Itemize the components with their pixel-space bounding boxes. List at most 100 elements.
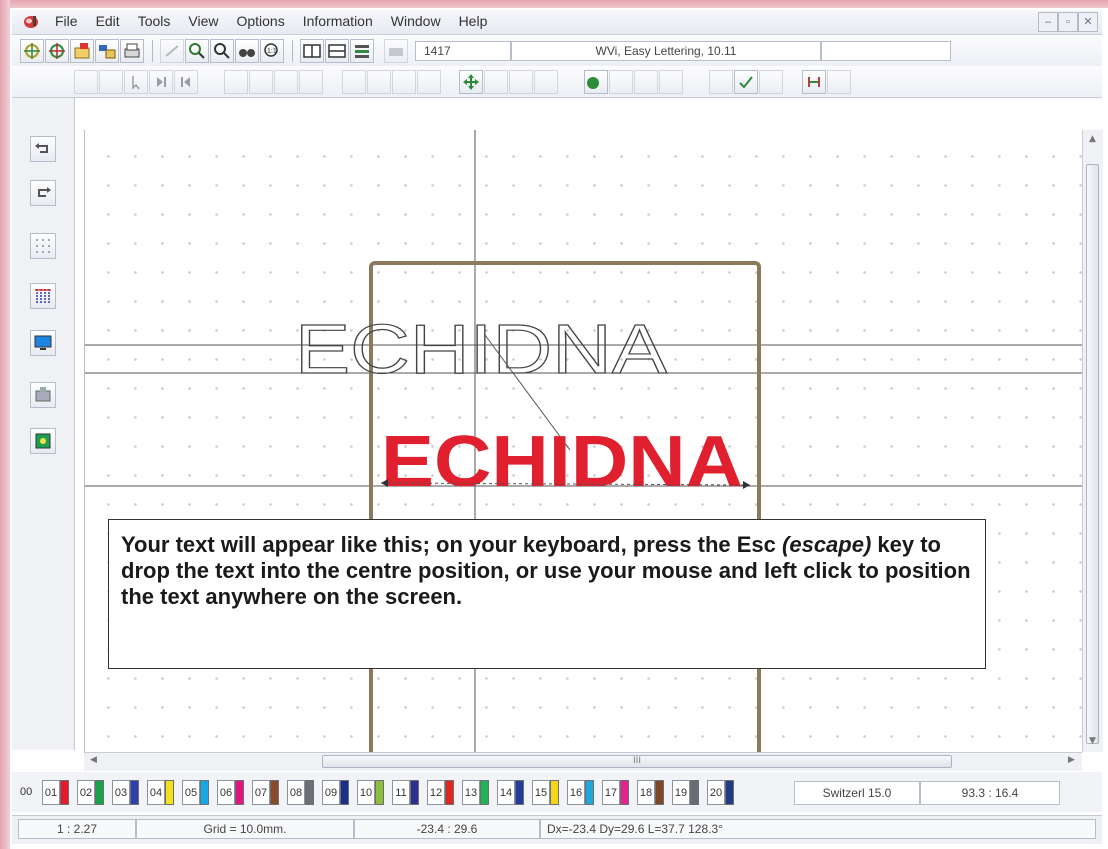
vertical-scrollbar[interactable]: ▲ ▼ (1082, 130, 1103, 752)
app-logo-icon[interactable] (22, 13, 40, 31)
color-sort-icon[interactable] (584, 70, 608, 94)
color-swatch-chip (725, 780, 734, 805)
color-swatch-chip (480, 780, 489, 805)
menu-information[interactable]: Information (294, 13, 382, 29)
fill-icon[interactable] (659, 70, 683, 94)
placed-text[interactable]: ECHIDNA (381, 422, 743, 502)
color-swatch-label: 18 (637, 780, 655, 805)
line-icon[interactable] (634, 70, 658, 94)
horizontal-scroll-thumb[interactable]: III (322, 755, 952, 768)
color-swatch-chip (375, 780, 384, 805)
color-swatch-label: 06 (217, 780, 235, 805)
scroll-left-icon[interactable]: ◀ (90, 755, 97, 765)
color-swatch-label: 07 (252, 780, 270, 805)
horizontal-scrollbar[interactable]: ◀ III ▶ (84, 752, 1082, 771)
binoculars-icon[interactable] (235, 39, 259, 63)
undo-icon[interactable] (30, 136, 56, 162)
stitch-density-icon[interactable] (30, 283, 56, 309)
color-swatch-label: 12 (427, 780, 445, 805)
window-border-left (0, 0, 10, 849)
move-icon[interactable] (459, 70, 483, 94)
align-icon[interactable] (274, 70, 298, 94)
color-swatch-chip (690, 780, 699, 805)
color-swatch-chip (270, 780, 279, 805)
menu-edit[interactable]: Edit (87, 13, 129, 29)
color-swatch-chip (620, 780, 629, 805)
menu-window[interactable]: Window (382, 13, 450, 29)
menu-view[interactable]: View (179, 13, 227, 29)
zoom-one-to-one-icon[interactable]: 1:1 (260, 39, 284, 63)
color-swatch-label: 11 (392, 780, 410, 805)
toolbar-separator (292, 40, 293, 62)
text-vertical-icon[interactable] (367, 70, 391, 94)
menu-tools[interactable]: Tools (129, 13, 180, 29)
alphabet-icon[interactable] (74, 70, 98, 94)
check-icon[interactable] (734, 70, 758, 94)
scroll-down-icon[interactable]: ▼ (1089, 736, 1096, 746)
menu-options[interactable]: Options (227, 13, 293, 29)
color-swatch-label: 10 (357, 780, 375, 805)
color-swatch-00[interactable]: 00 (20, 786, 32, 811)
frame-inner-icon[interactable] (249, 70, 273, 94)
print-icon[interactable] (120, 39, 144, 63)
pan-icon[interactable] (160, 39, 184, 63)
instruction-callout: Your text will appear like this; on your… (108, 519, 986, 669)
embroidery-hoop-icon[interactable] (30, 428, 56, 454)
split-horizontal-icon[interactable] (325, 39, 349, 63)
save-icon[interactable] (95, 39, 119, 63)
new-hoop-icon[interactable] (45, 39, 69, 63)
instruction-text-1: Your text will appear like this; on your… (121, 532, 783, 557)
measure-status: Dx=-23.4 Dy=29.6 L=37.7 128.3° (540, 819, 1096, 839)
zoom-out-icon[interactable] (210, 39, 234, 63)
window-border-top (0, 0, 1108, 8)
frame-icon[interactable] (224, 70, 248, 94)
menu-bar: File Edit Tools View Options Information… (12, 10, 1102, 35)
layers-icon[interactable] (350, 39, 374, 63)
color-swatch-label: 15 (532, 780, 550, 805)
scroll-up-icon[interactable]: ▲ (1089, 134, 1096, 144)
color-swatch-chip (585, 780, 594, 805)
new-design-icon[interactable] (20, 39, 44, 63)
measure-icon[interactable] (709, 70, 733, 94)
text-wave-icon[interactable] (417, 70, 441, 94)
grid-icon[interactable] (30, 233, 56, 259)
scroll-right-icon[interactable]: ▶ (1068, 755, 1075, 765)
lightning-icon[interactable] (759, 70, 783, 94)
vertical-scroll-thumb[interactable] (1086, 164, 1099, 744)
sewing-machine-icon[interactable] (30, 382, 56, 408)
text-arc-icon[interactable] (392, 70, 416, 94)
export-icon[interactable] (827, 70, 851, 94)
text-baseline-icon[interactable] (342, 70, 366, 94)
rotate-icon[interactable] (509, 70, 533, 94)
menu-file[interactable]: File (46, 13, 87, 29)
stitch-preview-icon[interactable] (609, 70, 633, 94)
baseline-end-marker (743, 481, 750, 489)
svg-text:1:1: 1:1 (267, 48, 277, 55)
color-swatch-chip (200, 780, 209, 805)
open-icon[interactable] (70, 39, 94, 63)
menu-items: File Edit Tools View Options Information… (46, 13, 496, 29)
step-forward-icon[interactable] (149, 70, 173, 94)
step-back-icon[interactable] (174, 70, 198, 94)
redo-icon[interactable] (30, 180, 56, 206)
close-button[interactable]: ✕ (1078, 12, 1098, 32)
stitch-view-icon[interactable] (384, 39, 408, 63)
color-swatch-chip (445, 780, 454, 805)
select-arrow-icon[interactable] (124, 70, 148, 94)
split-stitch-icon[interactable] (802, 70, 826, 94)
left-toolbar (12, 98, 75, 750)
alphabet-edit-icon[interactable] (99, 70, 123, 94)
color-swatch-chip (550, 780, 559, 805)
distribute-icon[interactable] (299, 70, 323, 94)
mirror-icon[interactable] (534, 70, 558, 94)
menu-help[interactable]: Help (450, 13, 497, 29)
text-edit-icon[interactable] (484, 70, 508, 94)
outline-text-preview[interactable]: ECHIDNA (294, 309, 668, 388)
edit-toolbar (12, 67, 1102, 98)
monitor-icon[interactable] (30, 330, 56, 356)
restore-button[interactable]: ▫ (1058, 12, 1078, 32)
zoom-in-icon[interactable] (185, 39, 209, 63)
minimize-button[interactable]: – (1038, 12, 1058, 32)
split-vertical-icon[interactable] (300, 39, 324, 63)
color-swatch-chip (410, 780, 419, 805)
